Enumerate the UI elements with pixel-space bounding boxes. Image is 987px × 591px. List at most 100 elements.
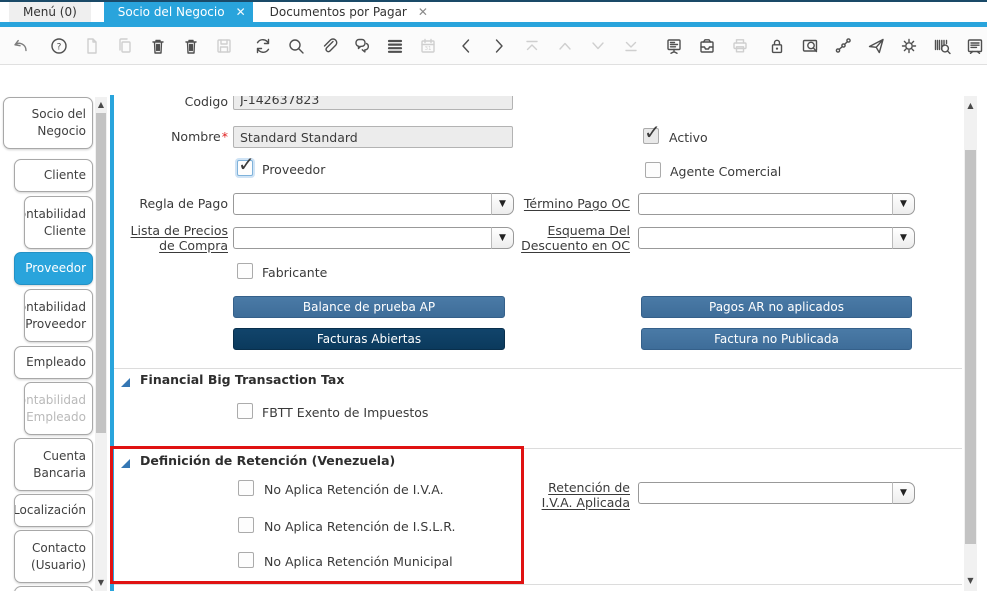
esquema-descuento-oc-dropdown: ▼: [638, 227, 915, 249]
content-scrollbar-thumb[interactable]: [965, 150, 976, 544]
pagos-ar-no-aplicados-button[interactable]: Pagos AR no aplicados: [641, 296, 912, 318]
lista-precios-compra-field[interactable]: [233, 227, 492, 249]
regla-de-pago-field[interactable]: [233, 193, 492, 215]
new-record-icon[interactable]: [82, 36, 102, 56]
agente-comercial-label: Agente Comercial: [670, 164, 781, 179]
balance-de-prueba-ap-button[interactable]: Balance de prueba AP: [233, 296, 505, 318]
sidebar-item-localizacion[interactable]: Localización: [14, 494, 93, 527]
collapse-triangle-icon: [121, 378, 130, 387]
facturas-abiertas-button[interactable]: Facturas Abiertas: [233, 328, 505, 350]
parent-record-icon[interactable]: [555, 36, 575, 56]
sidebar-scrollbar[interactable]: ▲ ▼: [95, 97, 107, 591]
sidebar-item-partial[interactable]: [14, 586, 93, 591]
section-divider: [114, 584, 962, 585]
agente-comercial-checkbox[interactable]: [645, 162, 661, 178]
chevron-down-icon[interactable]: ▼: [492, 227, 514, 249]
lock-icon[interactable]: [767, 36, 787, 56]
codigo-label: Codigo: [114, 96, 228, 109]
close-icon[interactable]: ✕: [418, 6, 428, 18]
delete-record-icon[interactable]: [148, 36, 168, 56]
sidebar-item-proveedor[interactable]: Proveedor: [14, 252, 93, 285]
content-scrollbar[interactable]: ▲ ▼: [964, 96, 977, 591]
product-info-icon[interactable]: [932, 36, 952, 56]
scroll-down-icon[interactable]: ▼: [964, 575, 977, 587]
preference-icon[interactable]: [899, 36, 919, 56]
sidebar-item-socio-del-negocio[interactable]: Socio del Negocio: [3, 97, 93, 149]
sidebar-item-empleado[interactable]: Empleado: [14, 346, 93, 379]
delete-selection-icon[interactable]: [181, 36, 201, 56]
tab-menu[interactable]: Menú (0): [9, 2, 91, 22]
retencion-iva-aplicada-field[interactable]: [638, 482, 893, 504]
tab-documentos-por-pagar[interactable]: Documentos por Pagar ✕: [256, 2, 435, 22]
sidebar-item-contabilidad-cliente[interactable]: Contabilidad Cliente: [24, 196, 93, 249]
chat-icon[interactable]: [352, 36, 372, 56]
fabricante-label: Fabricante: [262, 265, 327, 280]
lista-precios-compra-label[interactable]: Lista de Precios de Compra: [114, 223, 228, 253]
sidebar-item-contabilidad-empleado: Contabilidad Empleado: [24, 382, 93, 435]
sidebar-item-cliente[interactable]: Cliente: [14, 159, 93, 192]
print-icon[interactable]: [730, 36, 750, 56]
termino-pago-oc-label[interactable]: Término Pago OC: [514, 196, 630, 211]
chevron-down-icon[interactable]: ▼: [893, 227, 915, 249]
request-icon[interactable]: [866, 36, 886, 56]
tab-socio-del-negocio[interactable]: Socio del Negocio ✕: [104, 2, 253, 22]
sidebar-scrollbar-thumb[interactable]: [96, 113, 106, 433]
close-icon[interactable]: ✕: [236, 6, 246, 18]
detail-record-icon[interactable]: [588, 36, 608, 56]
scroll-up-icon[interactable]: ▲: [95, 99, 107, 111]
retencion-iva-aplicada-label[interactable]: Retención de I.V.A. Aplicada: [514, 480, 630, 510]
attachment-icon[interactable]: [319, 36, 339, 56]
archive-icon[interactable]: [697, 36, 717, 56]
chevron-down-icon[interactable]: ▼: [893, 193, 915, 215]
workflow-icon[interactable]: [833, 36, 853, 56]
requery-icon[interactable]: [253, 36, 273, 56]
tab-menu-label: Menú (0): [23, 5, 77, 19]
esquema-descuento-oc-label[interactable]: Esquema Del Descuento en OC: [514, 223, 630, 253]
find-icon[interactable]: [286, 36, 306, 56]
calendar-icon[interactable]: 31: [418, 36, 438, 56]
save-icon[interactable]: [214, 36, 234, 56]
chevron-down-icon[interactable]: ▼: [492, 193, 514, 215]
no-aplica-retencion-municipal-label: No Aplica Retención Municipal: [264, 554, 453, 569]
termino-pago-oc-field[interactable]: [638, 193, 893, 215]
fabricante-checkbox[interactable]: [237, 263, 253, 279]
scroll-down-icon[interactable]: ▼: [95, 577, 107, 589]
sidebar-item-contacto-usuario[interactable]: Contacto (Usuario): [14, 530, 93, 583]
activo-checkbox[interactable]: [643, 128, 659, 144]
copy-record-icon[interactable]: [115, 36, 135, 56]
sidebar-item-contabilidad-proveedor[interactable]: Contabilidad Proveedor: [24, 289, 93, 342]
no-aplica-retencion-municipal-checkbox[interactable]: [238, 552, 254, 568]
grid-toggle-icon[interactable]: [385, 36, 405, 56]
retencion-section-header[interactable]: Definición de Retención (Venezuela): [121, 454, 395, 468]
activo-label: Activo: [669, 130, 708, 145]
report-icon[interactable]: [664, 36, 684, 56]
last-record-icon[interactable]: [621, 36, 641, 56]
sidebar-item-cuenta-bancaria[interactable]: Cuenta Bancaria: [14, 438, 93, 491]
esquema-descuento-oc-field[interactable]: [638, 227, 893, 249]
retencion-section-title: Definición de Retención (Venezuela): [140, 454, 395, 468]
no-aplica-retencion-iva-checkbox[interactable]: [238, 480, 254, 496]
fbtt-exento-checkbox[interactable]: [237, 403, 253, 419]
zoom-across-icon[interactable]: [800, 36, 820, 56]
previous-record-icon[interactable]: [456, 36, 476, 56]
fbtt-section-title: Financial Big Transaction Tax: [140, 373, 344, 387]
nombre-field[interactable]: [233, 126, 513, 148]
proveedor-label: Proveedor: [262, 162, 325, 177]
undo-icon[interactable]: [10, 36, 30, 56]
first-record-icon[interactable]: [522, 36, 542, 56]
regla-de-pago-label: Regla de Pago: [114, 196, 228, 211]
fbtt-section-header[interactable]: Financial Big Transaction Tax: [121, 373, 344, 387]
next-record-icon[interactable]: [489, 36, 509, 56]
section-divider: [114, 448, 962, 449]
help-icon[interactable]: ?: [49, 36, 69, 56]
proveedor-checkbox[interactable]: [237, 160, 253, 176]
quick-form-icon[interactable]: [965, 36, 985, 56]
scroll-up-icon[interactable]: ▲: [964, 100, 977, 112]
codigo-field[interactable]: [233, 96, 513, 110]
tab-documentos-label: Documentos por Pagar: [270, 5, 407, 19]
chevron-down-icon[interactable]: ▼: [893, 482, 915, 504]
factura-no-publicada-button[interactable]: Factura no Publicada: [641, 328, 912, 350]
regla-de-pago-dropdown: ▼: [233, 193, 514, 215]
no-aplica-retencion-islr-checkbox[interactable]: [238, 517, 254, 533]
window-tabbar: Menú (0) Socio del Negocio ✕ Documentos …: [0, 2, 987, 22]
